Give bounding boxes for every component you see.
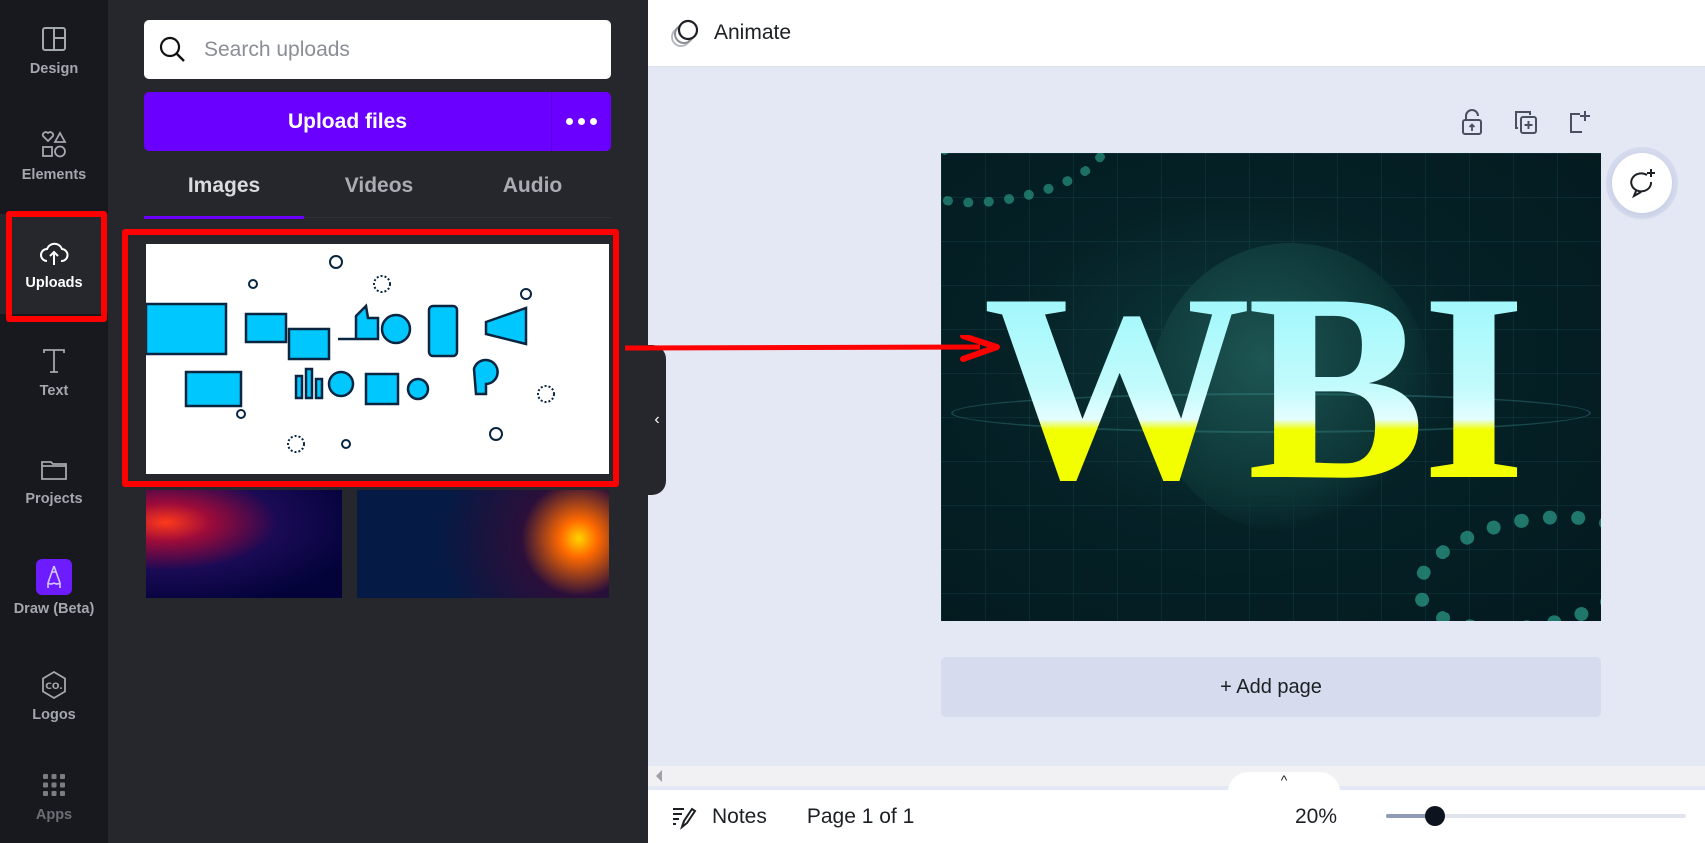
- uploads-panel: Upload files Images Videos Audio: [108, 0, 648, 843]
- rail-item-logos[interactable]: CO. Logos: [0, 646, 108, 746]
- comment-plus-icon: [1630, 169, 1655, 199]
- rail-item-uploads[interactable]: Uploads: [0, 214, 108, 314]
- logo-hexagon-icon: CO.: [42, 670, 66, 700]
- rail-item-projects[interactable]: Projects: [0, 430, 108, 530]
- add-page-button[interactable]: + Add page: [941, 657, 1601, 717]
- notes-button[interactable]: Notes: [670, 803, 767, 831]
- layout-icon: [42, 27, 66, 51]
- more-dots-icon: [566, 118, 573, 125]
- rail-item-label: Draw (Beta): [13, 601, 95, 617]
- upload-thumbnail-red-circuit[interactable]: [146, 490, 342, 598]
- business-icons-illustration: [146, 255, 555, 453]
- add-page-icon[interactable]: [1566, 108, 1594, 136]
- editor-footer: Notes Page 1 of 1 20%: [648, 790, 1705, 843]
- text-t-icon: [43, 349, 65, 373]
- zoom-percentage[interactable]: 20%: [1295, 805, 1337, 829]
- rail-item-label: Logos: [32, 707, 76, 723]
- expand-pages-button[interactable]: ^: [1228, 772, 1340, 792]
- cloud-upload-icon: [40, 242, 69, 265]
- notes-label: Notes: [712, 804, 767, 828]
- svg-text:CO.: CO.: [45, 682, 62, 692]
- more-options-button[interactable]: [551, 92, 611, 151]
- notes-icon: [673, 807, 697, 830]
- tab-videos[interactable]: Videos: [304, 160, 454, 217]
- animate-button[interactable]: Animate: [714, 21, 791, 45]
- editor-topbar: Animate: [648, 0, 1705, 67]
- chevron-left-icon: ‹: [654, 411, 660, 428]
- rail-item-draw[interactable]: Draw (Beta): [0, 538, 108, 638]
- unlock-icon[interactable]: [1458, 108, 1486, 136]
- folder-icon: [41, 461, 67, 480]
- page-tools: [1458, 108, 1594, 136]
- upload-thumbnail-colorful-circuit[interactable]: [357, 490, 609, 598]
- rail-item-label: Elements: [21, 167, 87, 183]
- rail-item-label: Design: [29, 61, 79, 77]
- upload-thumbnail-business-icons[interactable]: [146, 244, 609, 474]
- horizontal-scrollbar[interactable]: [648, 766, 1705, 786]
- rail-item-label: Text: [39, 383, 69, 399]
- upload-button-group: Upload files: [144, 92, 611, 151]
- rail-item-label: Projects: [25, 491, 83, 507]
- page-indicator[interactable]: Page 1 of 1: [807, 805, 914, 829]
- tab-images[interactable]: Images: [144, 160, 304, 219]
- shapes-icon: [41, 131, 67, 158]
- pencil-icon: [47, 565, 61, 588]
- rail-item-apps[interactable]: Apps: [0, 746, 108, 843]
- design-page[interactable]: WBI: [941, 153, 1601, 621]
- search-box[interactable]: [144, 20, 611, 79]
- add-comment-button[interactable]: [1612, 153, 1672, 213]
- rail-item-label: Uploads: [25, 275, 83, 291]
- search-icon: [159, 36, 185, 62]
- search-input[interactable]: [204, 37, 584, 62]
- rail-item-design[interactable]: Design: [0, 0, 108, 100]
- upload-files-button[interactable]: Upload files: [144, 92, 551, 151]
- draw-badge: [36, 559, 72, 595]
- zoom-slider-handle[interactable]: [1425, 806, 1446, 826]
- left-rail: Design Elements Uploads Text Projects Dr…: [0, 0, 108, 843]
- zoom-slider[interactable]: [1386, 806, 1686, 826]
- collapse-panel-button[interactable]: ‹: [648, 345, 666, 495]
- scroll-left-icon[interactable]: [656, 770, 662, 782]
- media-tabs: Images Videos Audio: [144, 160, 611, 219]
- chevron-up-icon: ^: [1280, 772, 1288, 788]
- rail-item-label: Apps: [35, 807, 73, 823]
- tab-audio[interactable]: Audio: [454, 160, 611, 217]
- animate-icon[interactable]: [668, 16, 702, 50]
- rail-item-elements[interactable]: Elements: [0, 106, 108, 206]
- duplicate-page-icon[interactable]: [1512, 108, 1540, 136]
- apps-grid-icon: [43, 774, 65, 796]
- rail-item-text[interactable]: Text: [0, 322, 108, 422]
- design-title-text[interactable]: WBI: [983, 253, 1526, 521]
